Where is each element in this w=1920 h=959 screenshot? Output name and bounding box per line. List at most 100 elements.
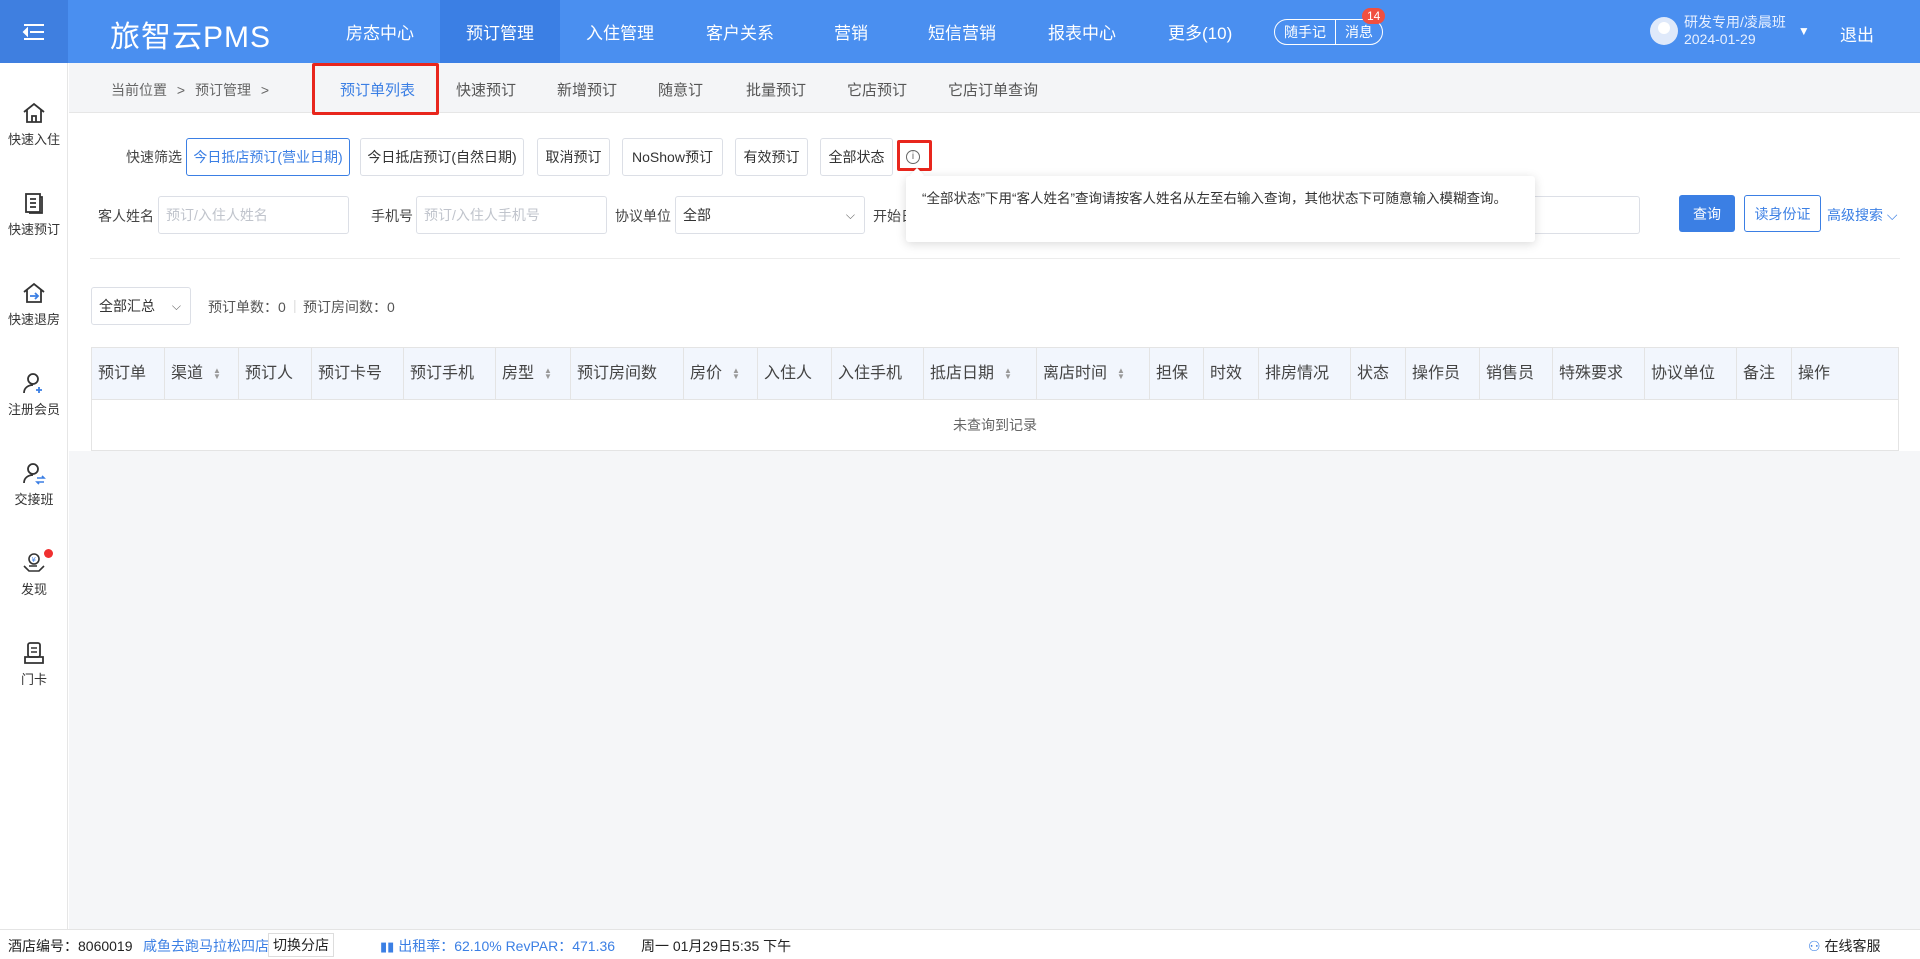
nav-sms[interactable]: 短信营销 <box>902 0 1022 63</box>
shift-icon <box>23 463 46 485</box>
search-button[interactable]: 查询 <box>1679 195 1735 232</box>
sort-icon[interactable]: ▲ ▼ <box>213 366 221 380</box>
read-id-button[interactable]: 读身份证 <box>1744 195 1821 232</box>
nav-reports[interactable]: 报表中心 <box>1022 0 1142 63</box>
tooltip: “全部状态”下用“客人姓名”查询请按客人姓名从左至右输入查询，其他状态下可随意输… <box>906 176 1535 242</box>
room-count: 预订房间数：0 <box>303 299 395 315</box>
column-header[interactable]: 预订房间数 <box>571 348 684 399</box>
sidebar-label: 快速退房 <box>7 312 60 327</box>
column-label: 抵店日期 <box>930 365 995 382</box>
content-background <box>69 451 1920 929</box>
message-count-badge: 14 <box>1362 8 1386 24</box>
column-label: 排房情况 <box>1265 365 1330 382</box>
breadcrumb-location: 当前位置 <box>111 82 167 98</box>
tab-batch-booking[interactable]: 批量预订 <box>746 79 806 100</box>
column-header[interactable]: 备注 <box>1737 348 1792 399</box>
switch-branch-button[interactable]: 切换分店 <box>268 933 334 957</box>
column-header[interactable]: 操作 <box>1792 348 1898 399</box>
user-menu[interactable]: 研发专用/凌晨班 2024-01-29 ▼ <box>1650 14 1810 48</box>
filter-today-arrival-natural[interactable]: 今日抵店预订(自然日期) <box>360 138 524 176</box>
column-header[interactable]: 状态 <box>1351 348 1406 399</box>
sidebar-label: 交接班 <box>14 492 54 507</box>
column-label: 预订房间数 <box>577 365 658 382</box>
summary-select[interactable]: 全部汇总 ⌵ <box>91 287 191 325</box>
column-header[interactable]: 预订单 <box>92 348 165 399</box>
main-nav: 房态中心 预订管理 入住管理 客户关系 营销 短信营销 报表中心 更多(10) <box>320 0 1258 63</box>
company-select[interactable]: 全部 ⌵ <box>675 196 865 234</box>
tab-other-store-booking[interactable]: 它店预订 <box>847 79 907 100</box>
support-link[interactable]: ⚇ 在线客服 <box>1808 936 1880 956</box>
phone-label: 手机号 <box>371 208 413 224</box>
notes-button[interactable]: 随手记 <box>1275 20 1335 44</box>
nav-room-status[interactable]: 房态中心 <box>320 0 440 63</box>
tab-casual-booking[interactable]: 随意订 <box>658 79 703 100</box>
nav-more[interactable]: 更多(10) <box>1142 0 1258 63</box>
column-header[interactable]: 操作员 <box>1406 348 1480 399</box>
sidebar-item-shift-handover[interactable]: 交接班 <box>0 461 68 508</box>
hotel-name[interactable]: 咸鱼去跑马拉松四店 <box>143 936 269 956</box>
advanced-search-link[interactable]: 高级搜索 ⌵ <box>1827 205 1898 225</box>
company-select-value: 全部 <box>683 207 711 223</box>
column-header[interactable]: 特殊要求 <box>1553 348 1645 399</box>
column-header[interactable]: 销售员 <box>1480 348 1553 399</box>
tab-other-store-query[interactable]: 它店订单查询 <box>948 79 1038 100</box>
column-label: 预订单 <box>98 365 147 382</box>
column-header[interactable]: 排房情况 <box>1259 348 1351 399</box>
guest-name-input[interactable] <box>158 196 349 234</box>
discover-icon: ¥ <box>23 553 45 572</box>
avatar <box>1650 17 1678 45</box>
reservations-table: 预订单 渠道 ▲ ▼ 预订人 预订卡号 预订手机 房型 ▲ ▼ 预订房间数 房价 ▲ ▼ 入… <box>91 347 1899 451</box>
filter-cancelled[interactable]: 取消预订 <box>537 138 610 176</box>
column-header[interactable]: 抵店日期 ▲ ▼ <box>924 348 1037 399</box>
tab-quick-booking[interactable]: 快速预订 <box>456 79 516 100</box>
filter-noshow[interactable]: NoShow预订 <box>622 138 723 176</box>
column-label: 操作 <box>1798 365 1831 382</box>
nav-crm[interactable]: 客户关系 <box>680 0 800 63</box>
column-header[interactable]: 房价 ▲ ▼ <box>684 348 758 399</box>
column-header[interactable]: 时效 <box>1204 348 1259 399</box>
support-icon: ⚇ <box>1808 938 1821 954</box>
column-header[interactable]: 离店时间 ▲ ▼ <box>1037 348 1150 399</box>
empty-state: 未查询到记录 <box>953 417 1037 433</box>
sort-icon[interactable]: ▲ ▼ <box>1117 366 1125 380</box>
column-label: 销售员 <box>1486 365 1535 382</box>
column-header[interactable]: 入住人 <box>758 348 832 399</box>
highlight-box <box>897 140 932 171</box>
notification-dot <box>44 549 53 558</box>
tab-new-booking[interactable]: 新增预订 <box>557 79 617 100</box>
sidebar-item-quick-booking[interactable]: 快速预订 <box>0 191 68 238</box>
breadcrumb-section[interactable]: 预订管理 <box>195 82 251 98</box>
sidebar-item-quick-checkin[interactable]: 快速入住 <box>0 101 68 148</box>
column-header[interactable]: 预订手机 <box>404 348 496 399</box>
sidebar-label: 快速入住 <box>7 132 60 147</box>
sidebar: 快速入住 快速预订 快速退房 注册会员 交接班 ¥ 发现 门卡 <box>0 63 68 929</box>
column-label: 协议单位 <box>1651 365 1716 382</box>
column-header[interactable]: 入住手机 <box>832 348 924 399</box>
nav-marketing[interactable]: 营销 <box>800 0 902 63</box>
filter-today-arrival-business[interactable]: 今日抵店预订(营业日期) <box>186 138 350 176</box>
sidebar-item-discover[interactable]: ¥ 发现 <box>0 549 68 598</box>
nav-reservations[interactable]: 预订管理 <box>440 0 560 63</box>
sidebar-item-door-card[interactable]: 门卡 <box>0 641 68 688</box>
sort-icon[interactable]: ▲ ▼ <box>544 366 552 380</box>
phone-input[interactable] <box>416 196 607 234</box>
column-header[interactable]: 渠道 ▲ ▼ <box>165 348 239 399</box>
column-header[interactable]: 担保 <box>1150 348 1204 399</box>
sidebar-item-register-member[interactable]: 注册会员 <box>0 371 68 418</box>
filter-valid[interactable]: 有效预订 <box>735 138 808 176</box>
column-header[interactable]: 房型 ▲ ▼ <box>496 348 571 399</box>
nav-checkin[interactable]: 入住管理 <box>560 0 680 63</box>
sort-icon[interactable]: ▲ ▼ <box>732 366 740 380</box>
logout-button[interactable]: 退出 <box>1840 21 1874 46</box>
filter-all-status[interactable]: 全部状态 <box>820 138 893 176</box>
column-header[interactable]: 预订卡号 <box>312 348 404 399</box>
company-label: 协议单位 <box>615 208 671 224</box>
column-label: 入住手机 <box>838 365 903 382</box>
sort-icon[interactable]: ▲ ▼ <box>1004 366 1012 380</box>
menu-toggle-icon[interactable] <box>0 0 68 63</box>
column-header[interactable]: 协议单位 <box>1645 348 1737 399</box>
guest-name-label: 客人姓名 <box>98 208 154 224</box>
column-header[interactable]: 预订人 <box>239 348 312 399</box>
sidebar-item-quick-checkout[interactable]: 快速退房 <box>0 281 68 328</box>
document-icon <box>25 193 43 214</box>
